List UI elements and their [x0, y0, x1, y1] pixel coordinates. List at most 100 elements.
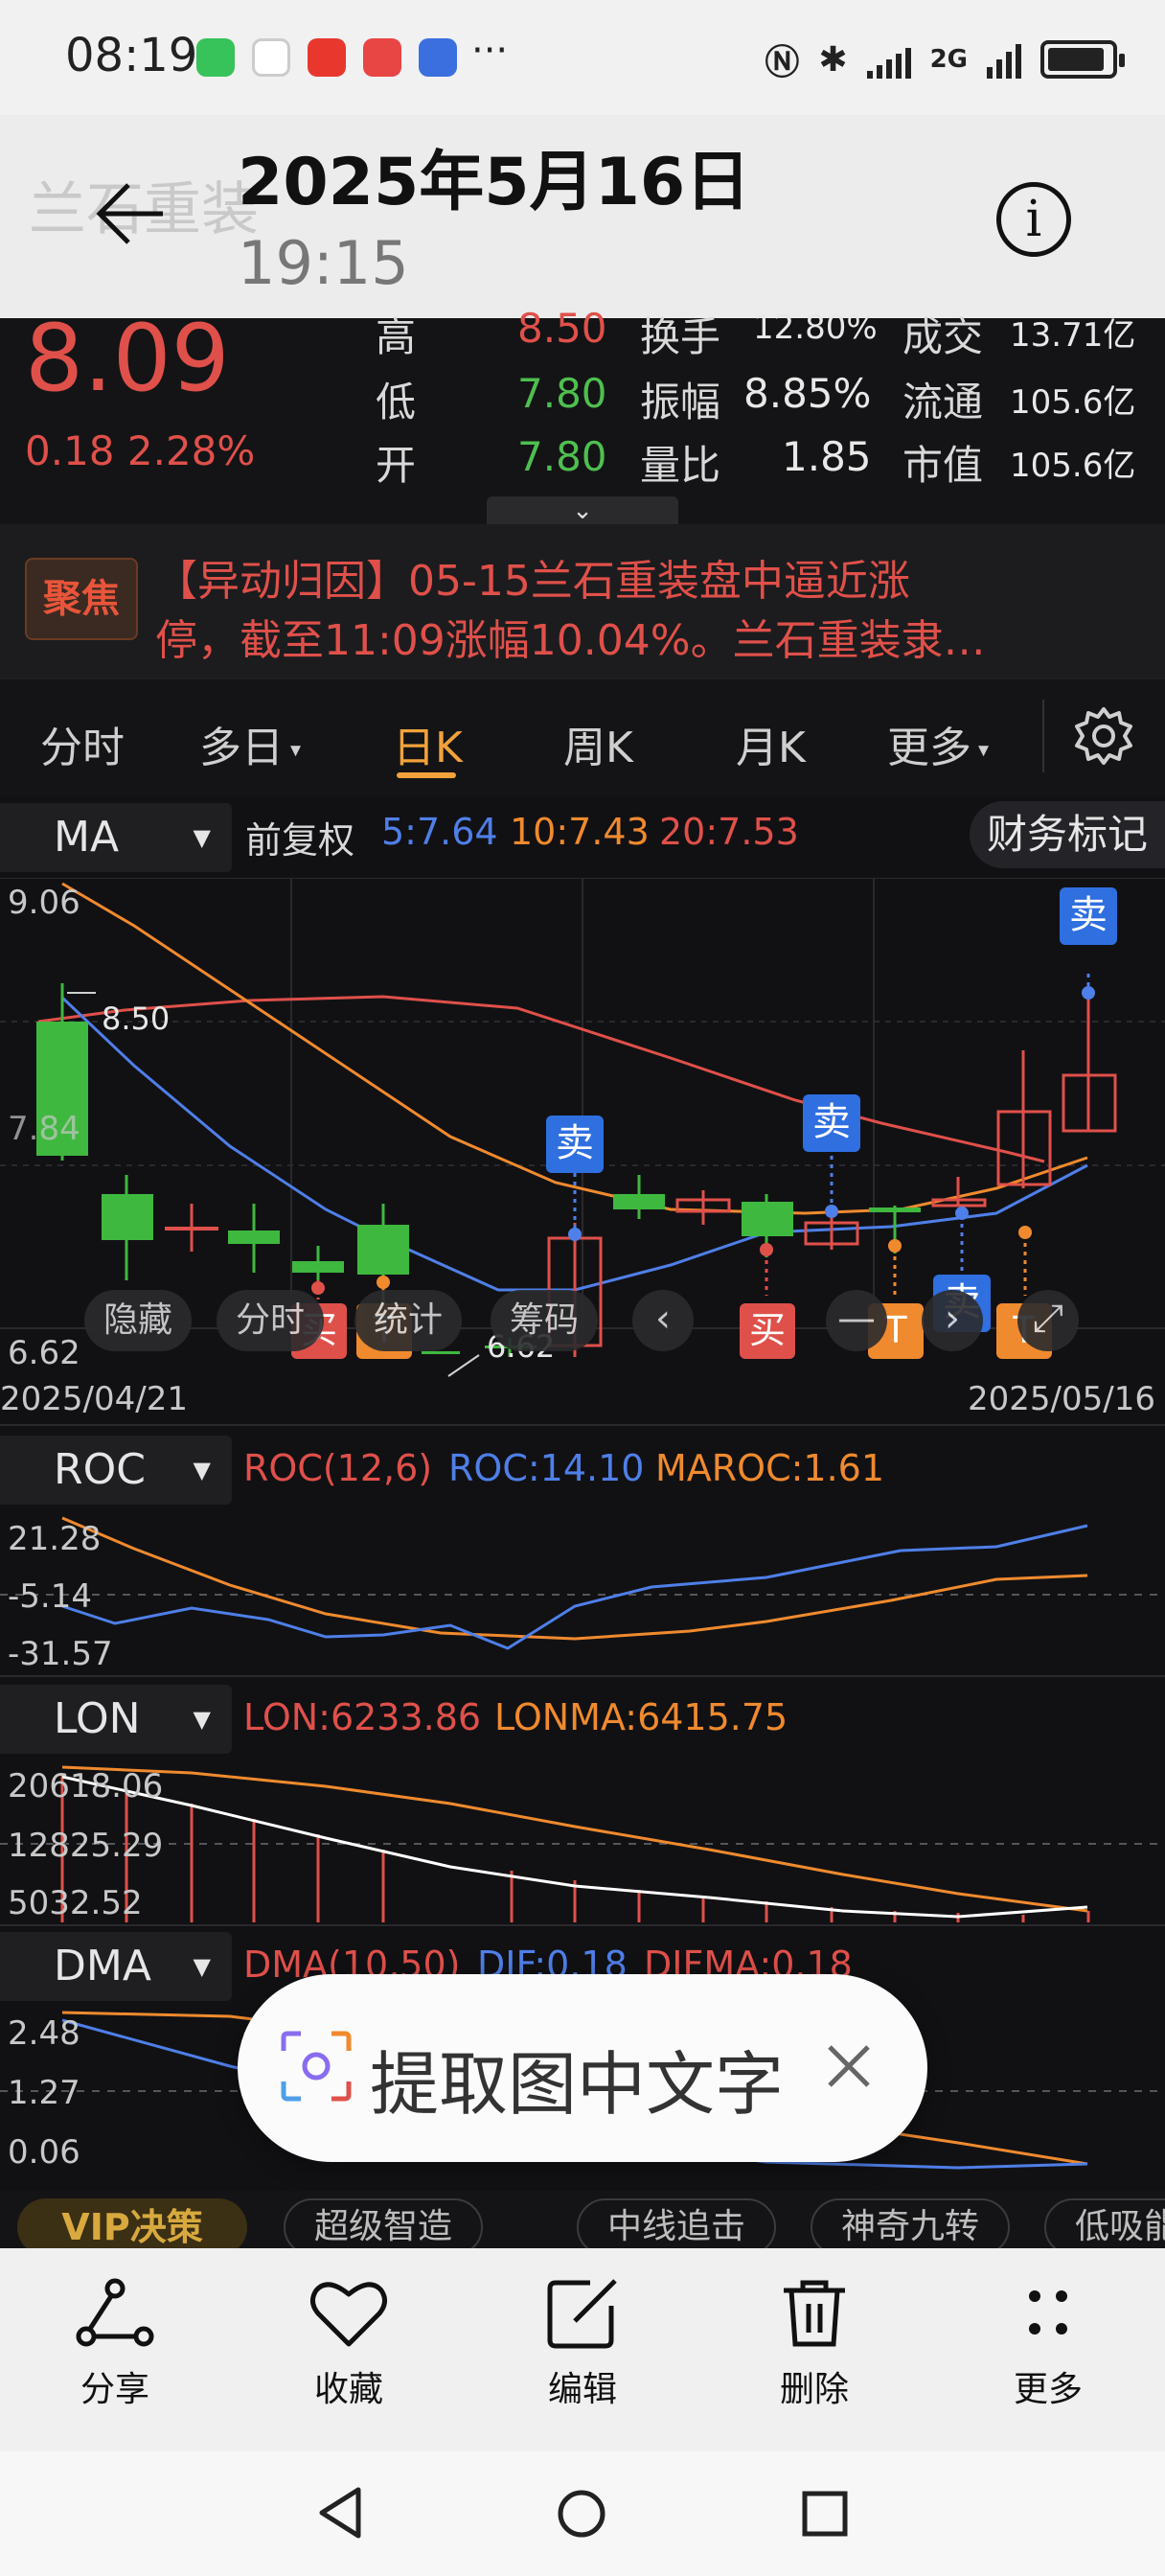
ma10-value: 10:7.43	[510, 811, 650, 853]
label-volume-ratio: 量比	[640, 442, 721, 489]
ma5-value: 5:7.64	[381, 811, 498, 853]
roc-label: ROC	[54, 1445, 146, 1494]
battery-icon	[1040, 40, 1125, 79]
vip-decision-pill[interactable]: VIP决策	[17, 2198, 247, 2256]
edit-icon	[547, 2279, 617, 2349]
nav-home-icon[interactable]	[556, 2488, 607, 2540]
roc-axis-mid: -5.14	[8, 1577, 92, 1616]
divider	[0, 1424, 1165, 1426]
value-volume-ratio: 1.85	[782, 433, 872, 480]
more-dots-icon	[1029, 2290, 1067, 2334]
extract-text-label: 提取图中文字	[370, 2044, 785, 2125]
low-marker-line	[447, 1354, 480, 1377]
strategy-pill[interactable]: 中线追击	[577, 2198, 777, 2256]
close-icon[interactable]	[820, 2037, 878, 2095]
heart-icon	[310, 2282, 387, 2347]
tab-weekly-k[interactable]: 周K	[563, 713, 633, 774]
app-icon	[252, 38, 290, 77]
fullscreen-button[interactable]: ⤢	[1017, 1290, 1079, 1351]
dropdown-icon: ▼	[193, 1706, 211, 1733]
dropdown-icon: ▼	[193, 1457, 211, 1484]
scroll-right-button[interactable]: ›	[922, 1290, 983, 1351]
strategy-pill[interactable]: 低吸能	[1044, 2198, 1165, 2256]
delete-button[interactable]: 删除	[747, 2277, 881, 2411]
lonma-value: LONMA:6415.75	[494, 1696, 788, 1738]
zoom-out-button[interactable]: —	[826, 1290, 887, 1351]
info-icon[interactable]: i	[996, 182, 1071, 257]
delete-label: 删除	[779, 2370, 849, 2409]
roc-indicator-selector[interactable]: ROC ▼	[0, 1436, 232, 1505]
edit-button[interactable]: 编辑	[515, 2277, 650, 2411]
label-open: 开	[376, 442, 417, 489]
finance-mark-button[interactable]: 财务标记	[970, 801, 1165, 868]
value-low: 7.80	[517, 370, 607, 417]
roc-params: ROC(12,6)	[243, 1447, 433, 1489]
settings-gear-icon[interactable]	[1073, 705, 1134, 767]
sell-signal-badge[interactable]: 卖	[546, 1116, 604, 1173]
tab-multiday[interactable]: 多日 ▾	[199, 713, 301, 774]
dropdown-icon: ▼	[193, 824, 211, 851]
bluetooth-icon: ✱	[818, 39, 848, 80]
app-red-icon	[308, 38, 346, 77]
lon-value: LON:6233.86	[243, 1696, 482, 1738]
more-button[interactable]: 更多	[981, 2277, 1115, 2411]
screen: 08:19 ··· Ⓝ ✱ 2G 兰石重装 2025年5月16日 19:15 i…	[0, 0, 1165, 2576]
nfc-icon: Ⓝ	[765, 43, 800, 82]
nav-recents-icon[interactable]	[801, 2490, 849, 2538]
tab-daily-k[interactable]: 日K	[393, 713, 463, 774]
value-float: 105.6亿	[1010, 383, 1136, 422]
extract-text-popup[interactable]: 提取图中文字	[238, 1974, 927, 2162]
more-notifications: ···	[471, 29, 509, 73]
share-icon	[76, 2278, 154, 2347]
signal-dots	[311, 986, 1095, 1295]
stats-chip[interactable]: 统计	[354, 1290, 462, 1351]
label-turnover: 换手	[640, 313, 721, 360]
intraday-chip[interactable]: 分时	[217, 1290, 324, 1351]
status-time: 08:19	[65, 29, 198, 82]
sell-signal-badge[interactable]: 卖	[803, 1094, 860, 1152]
tabs-divider	[1042, 700, 1044, 772]
more-label: 更多	[1013, 2370, 1083, 2409]
status-bar: 08:19 ··· Ⓝ ✱ 2G	[0, 0, 1165, 115]
dma-axis-mid: 1.27	[8, 2074, 80, 2112]
adjust-mode[interactable]: 前复权	[245, 811, 354, 863]
tab-more-label: 更多	[887, 724, 971, 772]
hide-chip[interactable]: 隐藏	[84, 1290, 192, 1351]
news-line-2: 停，截至11:09涨幅10.04%。兰石重装隶…	[155, 616, 986, 665]
tab-monthly-k[interactable]: 月K	[736, 713, 806, 774]
favorite-button[interactable]: 收藏	[282, 2277, 416, 2411]
ma-indicator-selector[interactable]: MA ▼	[0, 803, 232, 872]
divider	[0, 1675, 1165, 1677]
label-volume: 成交	[902, 313, 984, 360]
photo-time: 19:15	[238, 228, 409, 298]
tab-more[interactable]: 更多 ▾	[887, 713, 989, 774]
chips-distribution-chip[interactable]: 筹码	[491, 1290, 598, 1351]
dma-indicator-selector[interactable]: DMA ▼	[0, 1932, 232, 2001]
back-arrow-icon[interactable]	[94, 177, 167, 250]
strategy-pill[interactable]: 超级智造	[284, 2198, 484, 2256]
value-volume: 13.71亿	[1010, 316, 1136, 355]
sell-signal-badge[interactable]: 卖	[1060, 887, 1117, 945]
status-right: Ⓝ ✱ 2G	[765, 34, 1125, 84]
network-type: 2G	[929, 45, 968, 74]
expand-quote-button[interactable]: ⌄	[487, 496, 678, 525]
maroc-value: MAROC:1.61	[655, 1447, 885, 1489]
nav-back-icon[interactable]	[316, 2486, 364, 2540]
divider	[0, 1924, 1165, 1926]
value-amplitude: 8.85%	[743, 370, 872, 417]
tab-multiday-label: 多日	[199, 724, 284, 772]
favorite-label: 收藏	[313, 2370, 383, 2409]
buy-signal-badge[interactable]: 买	[740, 1303, 795, 1359]
active-tab-indicator	[397, 772, 456, 778]
scroll-left-button[interactable]: ‹	[632, 1290, 694, 1351]
trash-icon	[784, 2280, 845, 2347]
label-amplitude: 振幅	[640, 379, 721, 426]
share-button[interactable]: 分享	[48, 2277, 182, 2411]
photo-date-title: 2025年5月16日	[238, 145, 751, 220]
lon-indicator-selector[interactable]: LON ▼	[0, 1685, 232, 1754]
tab-intraday[interactable]: 分时	[40, 713, 125, 774]
axis-bottom-label: 6.62	[8, 1334, 80, 1372]
lon-axis-mid: 12825.29	[8, 1827, 164, 1865]
label-float: 流通	[902, 379, 984, 426]
strategy-pill[interactable]: 神奇九转	[811, 2198, 1011, 2256]
